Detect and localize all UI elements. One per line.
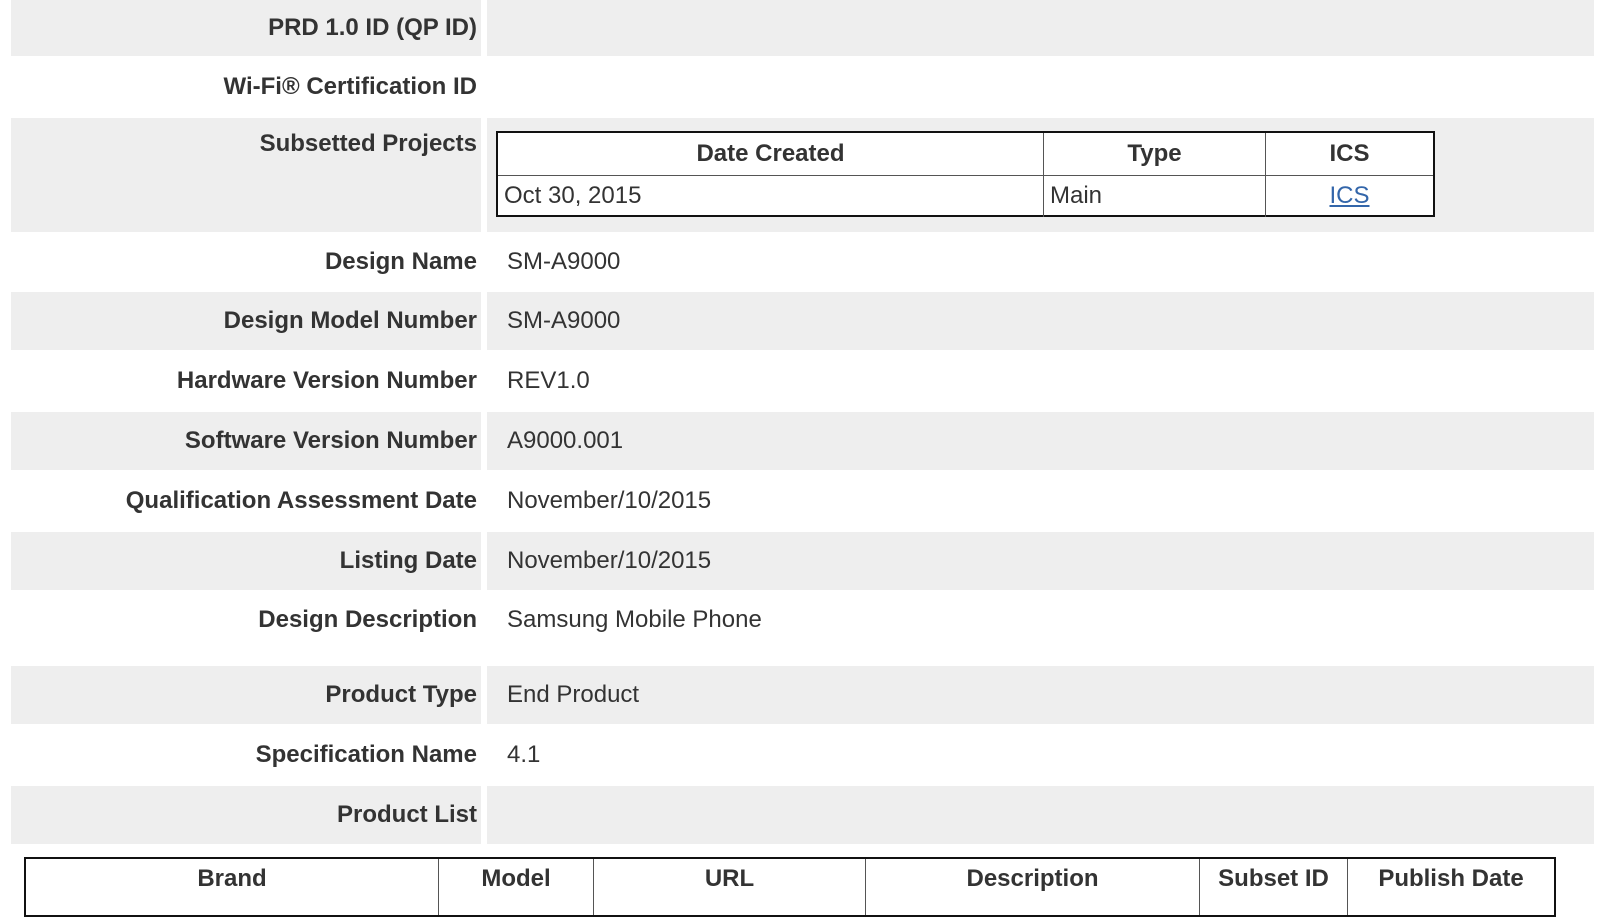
separator <box>481 532 487 590</box>
cell-date-created: Oct 30, 2015 <box>504 182 642 209</box>
column-header-date-created: Date Created <box>696 140 845 167</box>
field-row-wifi-cert: Wi-Fi® Certification ID <box>11 56 1594 118</box>
ics-link[interactable]: ICS <box>1329 182 1369 210</box>
product-list-table: Brand Model URL Description Subset ID Pu… <box>24 857 1556 917</box>
field-label: Wi-Fi® Certification ID <box>223 73 477 100</box>
field-row-product-type: Product Type End Product <box>11 666 1594 724</box>
separator <box>481 292 487 350</box>
cell-type: Main <box>1043 175 1265 217</box>
column-header-publish-date: Publish Date <box>1347 859 1554 915</box>
table-header-row: Date Created Type ICS <box>498 133 1433 176</box>
field-label: Software Version Number <box>184 427 477 454</box>
column-header-model: Model <box>438 859 593 915</box>
column-header-ics: ICS <box>1265 133 1433 175</box>
field-row-listing-date: Listing Date November/10/2015 <box>11 532 1594 590</box>
field-row-prd-id: PRD 1.0 ID (QP ID) <box>11 0 1594 56</box>
separator <box>481 666 487 724</box>
separator <box>481 118 487 232</box>
field-row-hardware-version: Hardware Version Number REV1.0 <box>11 350 1594 412</box>
column-header-type: Type <box>1043 133 1265 175</box>
field-row-design-description: Design Description Samsung Mobile Phone <box>11 590 1594 666</box>
field-row-software-version: Software Version Number A9000.001 <box>11 412 1594 470</box>
field-label: Subsetted Projects <box>259 130 477 157</box>
field-label: Design Name <box>324 248 477 275</box>
field-row-qualification-date: Qualification Assessment Date November/1… <box>11 470 1594 532</box>
field-label: Qualification Assessment Date <box>125 487 477 514</box>
field-label: Product Type <box>325 681 477 708</box>
field-label: Specification Name <box>255 741 477 768</box>
table-row: Oct 30, 2015 Main ICS <box>498 175 1433 217</box>
field-label: Product List <box>336 801 477 828</box>
separator <box>481 412 487 470</box>
field-row-specification-name: Specification Name 4.1 <box>11 724 1594 786</box>
column-header-subset-id: Subset ID <box>1199 859 1347 915</box>
field-label: Hardware Version Number <box>176 367 477 394</box>
field-label: Design Model Number <box>223 307 477 334</box>
column-header-description: Description <box>865 859 1199 915</box>
cell-ics: ICS <box>1265 175 1433 217</box>
field-label: Design Description <box>258 606 477 633</box>
field-row-design-name: Design Name SM-A9000 <box>11 232 1594 292</box>
field-row-design-model-number: Design Model Number SM-A9000 <box>11 292 1594 350</box>
field-label: PRD 1.0 ID (QP ID) <box>268 14 477 41</box>
field-row-product-list: Product List <box>11 786 1594 844</box>
subsetted-projects-table: Date Created Type ICS Oct 30, 2015 Main … <box>496 131 1435 217</box>
field-label: Listing Date <box>339 547 477 574</box>
separator <box>481 0 487 56</box>
column-header-url: URL <box>593 859 865 915</box>
column-header-brand: Brand <box>197 865 267 892</box>
separator <box>481 786 487 844</box>
